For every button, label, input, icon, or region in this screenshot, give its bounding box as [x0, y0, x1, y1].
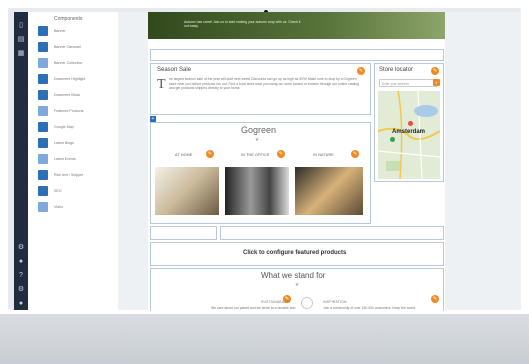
hero-text: Autumn has come! Join us to start making… — [184, 20, 301, 28]
empty-row[interactable] — [150, 49, 444, 61]
gear-icon[interactable]: ⚙ — [17, 286, 25, 294]
store-locator-block[interactable]: Store locator ✎ Enter your address ⌕ Ams… — [374, 63, 444, 182]
map-graphic — [378, 91, 440, 179]
empty-cell[interactable] — [220, 226, 444, 240]
bottom-band — [0, 314, 529, 364]
store-locator-title: Store locator — [379, 67, 414, 73]
value-label: INSPIRATION — [323, 300, 347, 304]
component-label: Latest Events — [54, 157, 76, 161]
leaf-icon: ❦ — [295, 282, 300, 288]
component-item[interactable]: Latest Blogs — [38, 138, 114, 150]
edit-icon[interactable]: ✎ — [431, 67, 439, 75]
video-icon — [38, 202, 48, 212]
category-label: IN THE OFFICE — [241, 153, 270, 157]
stand-for-title: What we stand for — [261, 271, 326, 280]
leaf-icon: ❦ — [255, 137, 260, 143]
stand-for-block[interactable]: What we stand for ❦ ✎ ✎ SUSTAINABILITY I… — [150, 268, 444, 311]
component-item[interactable]: Document Block — [38, 90, 114, 102]
page-icon[interactable]: ▯ — [17, 22, 25, 30]
map-city-label: Amsterdam — [392, 129, 426, 135]
settings-icon[interactable]: ⚙ — [17, 244, 25, 252]
events-icon — [38, 154, 48, 164]
component-item[interactable]: Document Highlight — [38, 74, 114, 86]
component-item[interactable]: Banner — [38, 26, 114, 38]
user-icon[interactable]: ● — [17, 258, 25, 266]
dropcap: T — [157, 77, 166, 92]
component-label: SEO — [54, 189, 62, 193]
category-label: IN NATURE — [313, 153, 334, 157]
edit-icon[interactable]: ✎ — [357, 67, 365, 75]
edit-icon[interactable]: ✎ — [351, 150, 359, 158]
component-item[interactable]: Video — [38, 202, 114, 214]
address-input[interactable]: Enter your address — [379, 79, 437, 87]
nature-image[interactable] — [295, 167, 363, 215]
value-text: We care about our planet and we strive t… — [211, 306, 296, 310]
document-block-icon — [38, 90, 48, 100]
component-label: Featured Products — [54, 109, 84, 113]
component-label: Document Block — [54, 93, 81, 97]
value-text: Join a community of over 150,000 custome… — [323, 306, 415, 310]
banner-icon — [38, 26, 48, 36]
empty-cell[interactable] — [150, 226, 217, 240]
season-sale-text: he largest season sale of the year will … — [169, 77, 359, 91]
value-icon — [301, 297, 313, 309]
edit-icon[interactable]: ✎ — [206, 150, 214, 158]
layers-icon[interactable]: ▤ — [17, 36, 25, 44]
components-panel: Components Banner Banner Carousel Banner C… — [28, 12, 119, 310]
left-rail: ▯ ▤ ▦ ⚙ ● ? ⚙ ● — [14, 12, 28, 310]
page-preview: Autumn has come! Join us to start making… — [148, 12, 445, 311]
components-icon[interactable]: ▦ — [17, 50, 25, 58]
component-label: Banner Collection — [54, 61, 83, 65]
document-icon — [38, 74, 48, 84]
component-label: Video — [54, 205, 64, 209]
at-home-image[interactable] — [155, 167, 219, 215]
collection-icon — [38, 58, 48, 68]
account-icon[interactable]: ● — [17, 300, 25, 308]
component-label: Rich text / Snippet — [54, 173, 84, 177]
component-item[interactable]: Latest Events — [38, 154, 114, 166]
component-item[interactable]: Google Map — [38, 122, 114, 134]
edit-icon[interactable]: ✎ — [277, 150, 285, 158]
products-icon — [38, 106, 48, 116]
component-label: Google Map — [54, 125, 74, 129]
hero-banner[interactable]: Autumn has come! Join us to start making… — [148, 12, 445, 39]
component-label: Latest Blogs — [54, 141, 74, 145]
help-icon[interactable]: ? — [17, 272, 25, 280]
carousel-icon — [38, 42, 48, 52]
season-sale-block[interactable]: Season Sale ✎ T he largest season sale o… — [150, 63, 371, 115]
panel-title: Components — [54, 16, 83, 22]
component-item[interactable]: SEO — [38, 186, 114, 198]
value-label: SUSTAINABILITY — [261, 300, 291, 304]
map-marker-icon[interactable] — [390, 137, 395, 142]
blog-icon — [38, 138, 48, 148]
gogreen-block[interactable]: Gogreen ❦ AT HOME ✎ IN THE OFFICE ✎ IN N… — [150, 122, 371, 224]
component-item[interactable]: Rich text / Snippet — [38, 170, 114, 182]
office-image[interactable] — [225, 167, 289, 215]
component-item[interactable]: Banner Collection — [38, 58, 114, 70]
component-item[interactable]: Featured Products — [38, 106, 114, 118]
search-icon[interactable]: ⌕ — [433, 79, 440, 86]
map[interactable]: Amsterdam — [378, 91, 440, 179]
season-sale-title: Season Sale — [157, 67, 192, 73]
editor-canvas: Autumn has come! Join us to start making… — [118, 12, 521, 311]
map-marker-icon[interactable] — [408, 121, 413, 126]
category-label: AT HOME — [175, 153, 193, 157]
map-icon — [38, 122, 48, 132]
gogreen-title: Gogreen — [241, 125, 277, 135]
featured-products-block[interactable]: Click to configure featured products — [150, 242, 444, 266]
component-item[interactable]: Banner Carousel — [38, 42, 114, 54]
seo-icon — [38, 186, 48, 196]
edit-icon[interactable]: ✎ — [431, 295, 439, 303]
component-label: Document Highlight — [54, 77, 86, 81]
richtext-icon — [38, 170, 48, 180]
configure-featured-products[interactable]: Click to configure featured products — [243, 250, 346, 256]
component-label: Banner Carousel — [54, 45, 81, 49]
component-label: Banner — [54, 29, 66, 33]
